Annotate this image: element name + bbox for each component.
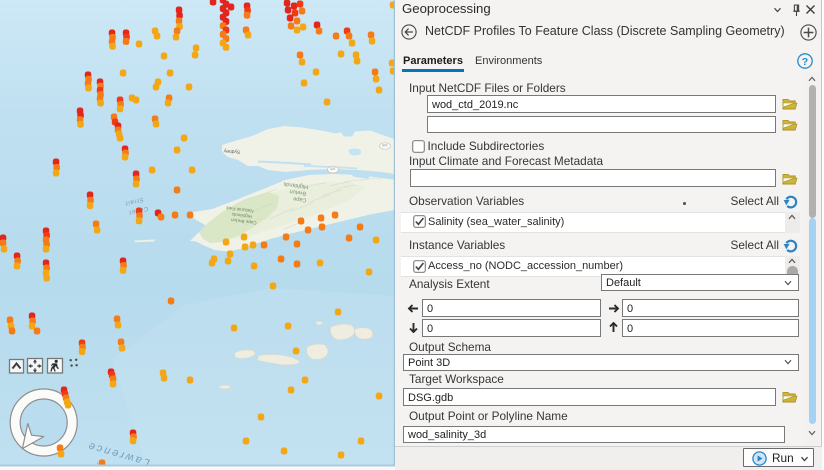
svg-text:105: 105 — [382, 143, 388, 147]
svg-text:?: ? — [802, 56, 808, 68]
svg-text:105: 105 — [330, 167, 336, 171]
svg-text:Sydney: Sydney — [223, 148, 241, 155]
